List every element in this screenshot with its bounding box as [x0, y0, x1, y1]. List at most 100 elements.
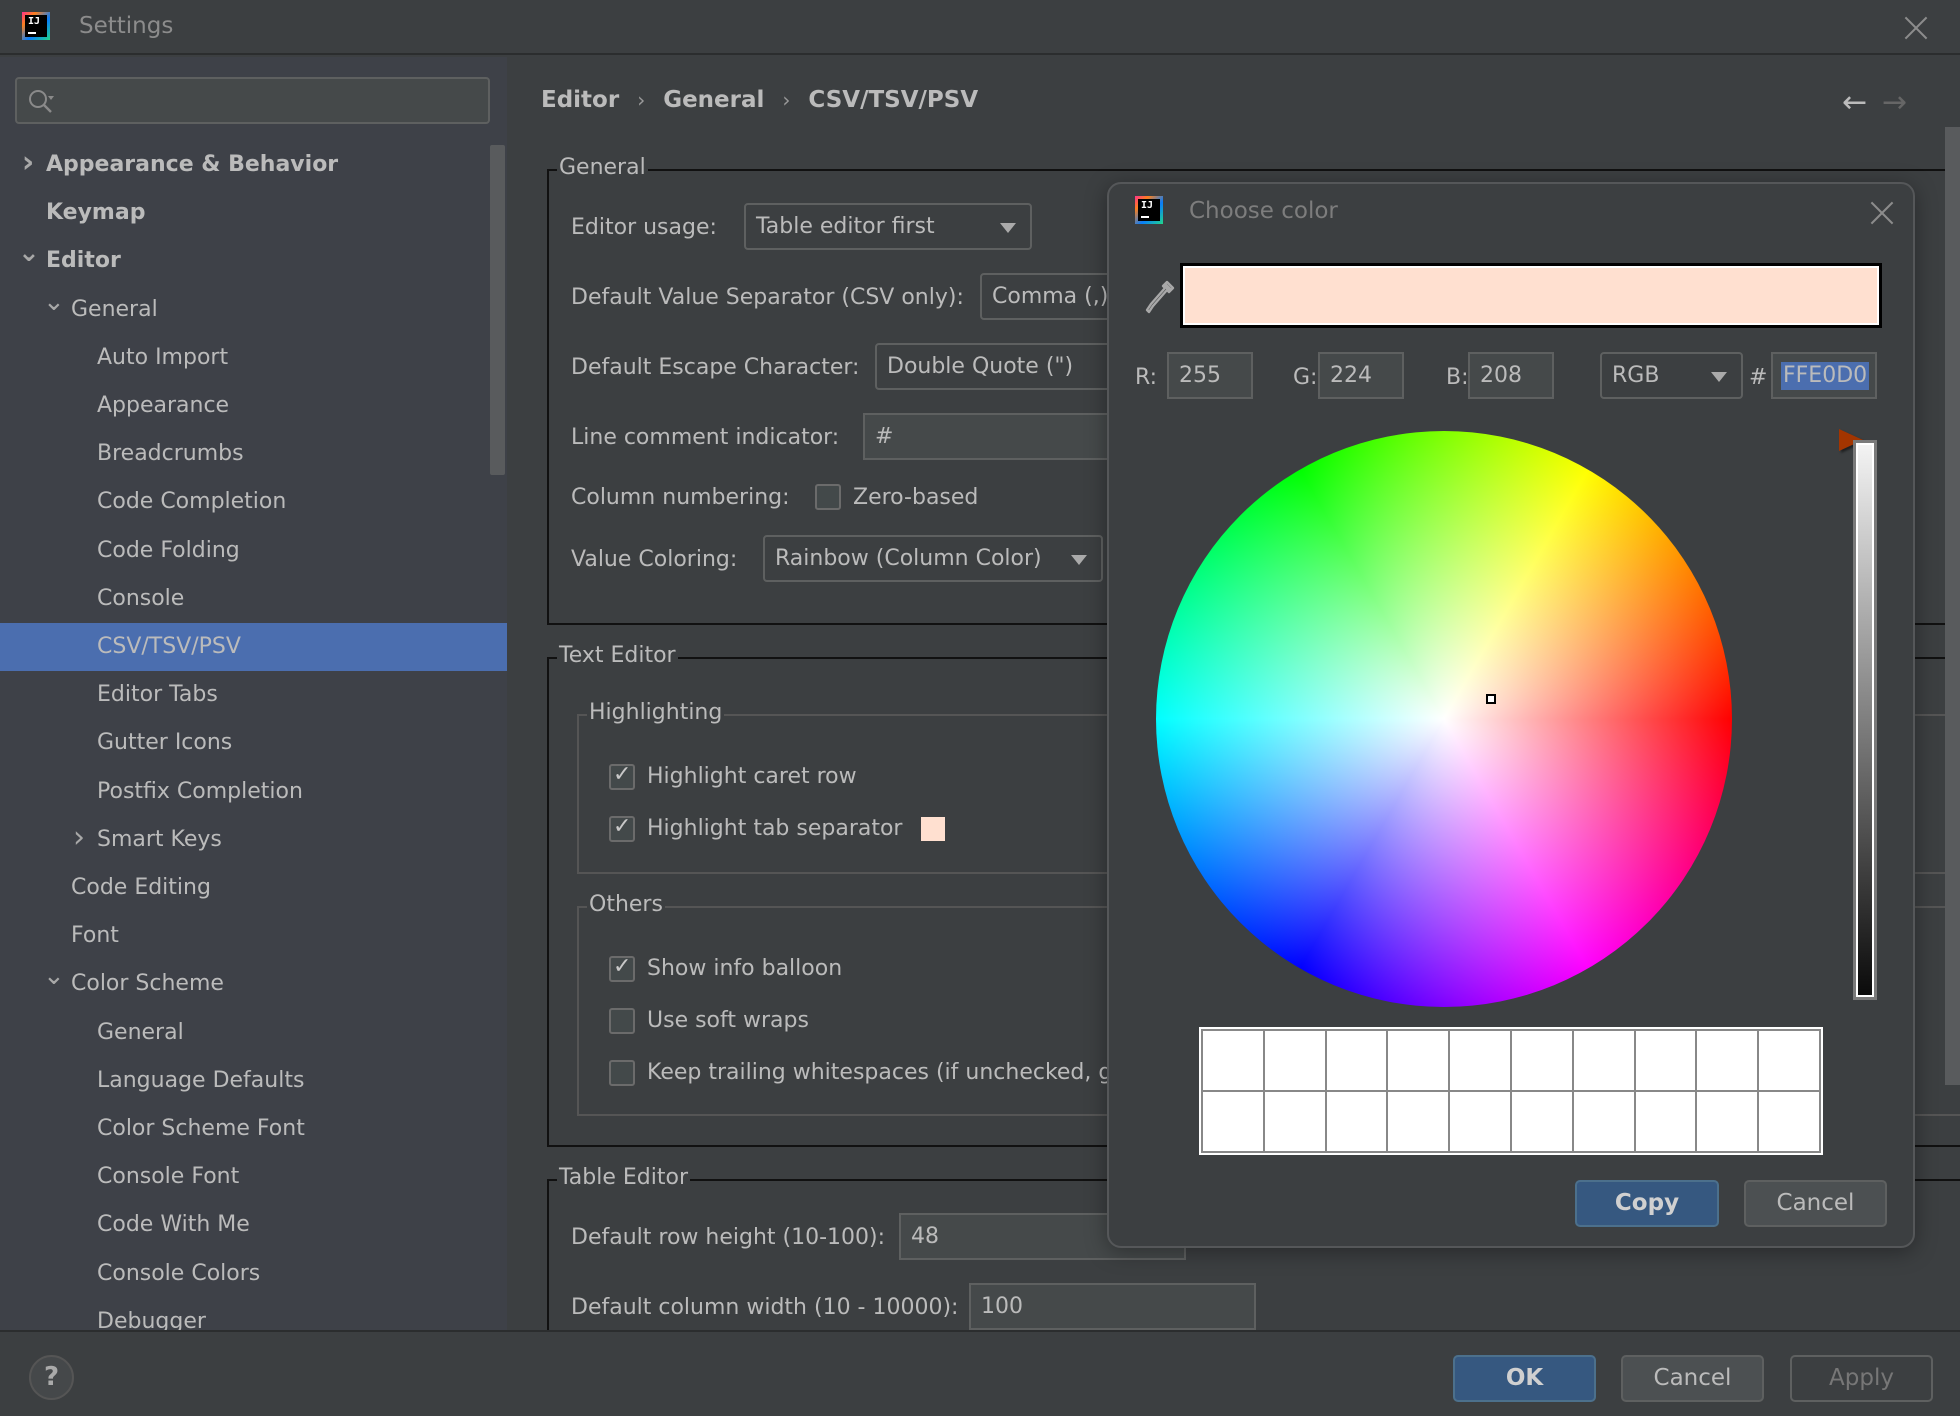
chevron-right-icon[interactable]: › [18, 139, 38, 187]
recent-color-swatch[interactable] [1263, 1091, 1326, 1152]
recent-color-swatch[interactable] [1449, 1091, 1511, 1152]
eyedropper-icon[interactable] [1145, 280, 1175, 316]
editor-usage-label: Editor usage: [571, 215, 717, 240]
breadcrumb-separator-icon: › [782, 88, 791, 112]
hex-value-selected: FFE0D0 [1781, 362, 1870, 390]
breadcrumb-csv: CSV/TSV/PSV [808, 87, 979, 113]
sidebar-item-label: General [97, 1019, 184, 1045]
sidebar-item-label: Auto Import [97, 344, 229, 370]
sidebar-item-color-scheme-font[interactable]: Color Scheme Font [0, 1105, 507, 1153]
recent-color-swatch[interactable] [1758, 1091, 1820, 1152]
recent-color-swatch[interactable] [1634, 1091, 1697, 1152]
hex-input[interactable]: FFE0D0 [1771, 352, 1877, 399]
zero-based-checkbox[interactable] [815, 484, 841, 510]
sidebar-item-font[interactable]: Font [0, 912, 507, 960]
color-mode-dropdown[interactable]: RGB [1600, 352, 1743, 399]
sidebar-item-code-with-me[interactable]: Code With Me [0, 1201, 507, 1249]
recent-color-swatch[interactable] [1202, 1030, 1264, 1091]
sidebar-item-breadcrumbs[interactable]: Breadcrumbs [0, 430, 507, 478]
sidebar-item-editor[interactable]: ⌄ Editor [0, 237, 507, 285]
sidebar-item-language-defaults[interactable]: Language Defaults [0, 1057, 507, 1105]
sidebar-item-auto-import[interactable]: Auto Import [0, 334, 507, 382]
sidebar-item-label: Appearance [97, 393, 230, 418]
close-window-icon[interactable] [1903, 15, 1929, 41]
tab-separator-color-swatch[interactable] [921, 817, 945, 841]
recent-color-swatch[interactable] [1325, 1091, 1388, 1152]
recent-color-swatch[interactable] [1634, 1030, 1697, 1091]
sidebar-item-editor-tabs[interactable]: Editor Tabs [0, 671, 507, 719]
recent-color-swatch[interactable] [1202, 1091, 1264, 1152]
escape-char-dropdown[interactable]: Double Quote (") [875, 343, 1135, 390]
cancel-button[interactable]: Cancel [1621, 1355, 1764, 1402]
chevron-down-icon[interactable]: ⌄ [18, 229, 40, 277]
sidebar-item-code-folding[interactable]: Code Folding [0, 527, 507, 575]
sidebar-item-code-editing[interactable]: Code Editing [0, 864, 507, 912]
recent-color-swatch[interactable] [1758, 1030, 1820, 1091]
keep-trailing-whitespaces-label: Keep trailing whitespaces (if unchecked,… [647, 1060, 1126, 1085]
recent-color-swatch[interactable] [1572, 1091, 1635, 1152]
sidebar-item-keymap[interactable]: Keymap [0, 189, 507, 237]
keep-trailing-whitespaces-checkbox[interactable] [609, 1060, 635, 1086]
help-button[interactable]: ? [29, 1355, 74, 1400]
brightness-slider[interactable] [1853, 440, 1877, 1000]
sidebar-item-console-colors[interactable]: Console Colors [0, 1250, 507, 1298]
sidebar-item-gutter-icons[interactable]: Gutter Icons [0, 719, 507, 767]
sidebar-item-label: Console Font [97, 1164, 240, 1190]
search-icon [29, 90, 54, 113]
back-arrow-icon[interactable]: ← [1842, 85, 1867, 120]
sidebar-item-code-completion[interactable]: Code Completion [0, 478, 507, 526]
recent-color-swatch[interactable] [1696, 1091, 1759, 1152]
content-scrollbar[interactable] [1945, 127, 1960, 1085]
editor-usage-value: Table editor first [756, 214, 935, 239]
sidebar-item-appearance[interactable]: Appearance [0, 382, 507, 430]
sidebar-item-label: CSV/TSV/PSV [97, 634, 241, 659]
color-wheel[interactable] [1156, 431, 1732, 1007]
sidebar-item-postfix-completion[interactable]: Postfix Completion [0, 768, 507, 816]
breadcrumb-general[interactable]: General [663, 87, 764, 113]
color-cancel-button[interactable]: Cancel [1744, 1180, 1887, 1227]
sidebar-item-label: Postfix Completion [97, 778, 303, 804]
color-wheel-marker[interactable] [1485, 694, 1496, 705]
close-dialog-icon[interactable] [1869, 200, 1895, 226]
recent-color-swatch[interactable] [1696, 1030, 1759, 1091]
use-soft-wraps-checkbox[interactable] [609, 1008, 635, 1034]
green-input[interactable]: 224 [1318, 352, 1404, 399]
highlight-caret-row-checkbox[interactable] [609, 762, 635, 790]
recent-color-swatch[interactable] [1510, 1030, 1573, 1091]
breadcrumb-editor[interactable]: Editor [541, 87, 619, 113]
editor-usage-dropdown[interactable]: Table editor first [744, 203, 1032, 250]
highlight-caret-row-label: Highlight caret row [647, 764, 857, 789]
sidebar-item-general[interactable]: General [0, 1009, 507, 1057]
value-coloring-dropdown[interactable]: Rainbow (Column Color) [763, 535, 1103, 582]
sidebar-item-csv-tsv-psv[interactable]: CSV/TSV/PSV [0, 623, 507, 671]
recent-color-swatch[interactable] [1387, 1030, 1450, 1091]
sidebar-item-console[interactable]: Console [0, 575, 507, 623]
recent-color-swatch[interactable] [1387, 1091, 1450, 1152]
sidebar-item-color-scheme[interactable]: ⌄ Color Scheme [0, 960, 507, 1008]
recent-color-swatch[interactable] [1449, 1030, 1511, 1091]
recent-color-swatch[interactable] [1572, 1030, 1635, 1091]
forward-arrow-icon[interactable]: → [1882, 85, 1907, 120]
recent-color-swatch[interactable] [1263, 1030, 1326, 1091]
sidebar-item-console-font[interactable]: Console Font [0, 1153, 507, 1201]
sidebar-item-label: Editor Tabs [97, 682, 218, 708]
show-info-balloon-checkbox[interactable] [609, 954, 635, 982]
copy-button[interactable]: Copy [1575, 1180, 1719, 1227]
settings-search-input[interactable] [15, 77, 490, 124]
sidebar-item-general[interactable]: ⌄ General [0, 286, 507, 334]
sidebar-item-appearance-behavior[interactable]: › Appearance & Behavior [0, 141, 507, 189]
chevron-right-icon[interactable]: › [69, 814, 89, 862]
highlight-tab-separator-checkbox[interactable] [609, 814, 635, 842]
sidebar-scrollbar[interactable] [490, 145, 505, 475]
ok-button[interactable]: OK [1453, 1355, 1596, 1402]
chevron-down-icon[interactable]: ⌄ [43, 278, 65, 326]
sidebar-item-smart-keys[interactable]: › Smart Keys [0, 816, 507, 864]
red-input[interactable]: 255 [1167, 352, 1253, 399]
color-mode-value: RGB [1612, 363, 1660, 388]
recent-color-swatch[interactable] [1325, 1030, 1388, 1091]
blue-input[interactable]: 208 [1468, 352, 1554, 399]
apply-button[interactable]: Apply [1790, 1355, 1933, 1402]
recent-color-swatch[interactable] [1510, 1091, 1573, 1152]
column-width-input[interactable]: 100 [969, 1283, 1256, 1330]
chevron-down-icon[interactable]: ⌄ [43, 952, 65, 1000]
